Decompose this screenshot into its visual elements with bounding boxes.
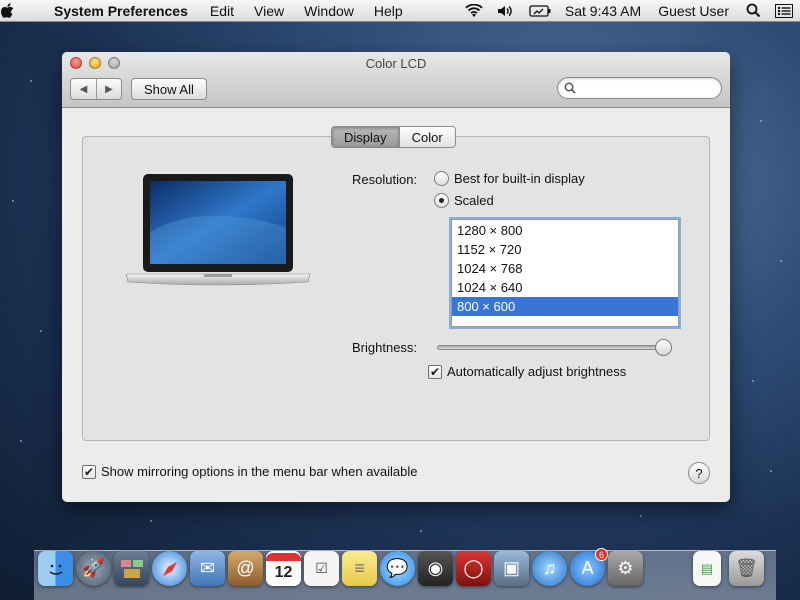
system-preferences-window: Color LCD ◀ ▶ Show All Display Color Res… xyxy=(62,52,730,502)
reminders-icon[interactable]: ☑ xyxy=(304,551,339,586)
help-button[interactable]: ? xyxy=(688,462,710,484)
calendar-icon[interactable]: 12 xyxy=(266,551,301,586)
brightness-label: Brightness: xyxy=(352,340,418,355)
auto-brightness-label: Automatically adjust brightness xyxy=(447,364,627,379)
launchpad-icon[interactable]: 🚀 xyxy=(76,551,111,586)
app-menu[interactable]: System Preferences xyxy=(40,3,200,19)
menu-user[interactable]: Guest User xyxy=(648,3,739,19)
best-for-display-option[interactable]: Best for built-in display xyxy=(434,171,585,186)
resolution-item[interactable]: 1024 × 768 xyxy=(452,259,678,278)
window-title: Color LCD xyxy=(365,56,427,71)
best-for-display-radio[interactable] xyxy=(434,171,449,186)
search-icon xyxy=(564,82,576,94)
search-field[interactable] xyxy=(557,77,722,99)
mirroring-label: Show mirroring options in the menu bar w… xyxy=(101,464,418,479)
resolution-item[interactable]: 1152 × 720 xyxy=(452,240,678,259)
menu-view[interactable]: View xyxy=(244,3,294,19)
photo-booth-icon[interactable]: ◯ xyxy=(456,551,491,586)
battery-icon[interactable] xyxy=(522,4,558,17)
best-for-display-label: Best for built-in display xyxy=(454,171,585,186)
contacts-icon[interactable]: @ xyxy=(228,551,263,586)
iphoto-icon[interactable]: ▣ xyxy=(494,551,529,586)
auto-brightness-option[interactable]: Automatically adjust brightness xyxy=(428,364,626,379)
apple-menu-icon[interactable] xyxy=(0,2,40,19)
tab-color[interactable]: Color xyxy=(398,127,455,147)
mirroring-checkbox[interactable] xyxy=(82,464,96,479)
notification-center-icon[interactable] xyxy=(768,3,800,18)
forward-arrow-icon[interactable]: ▶ xyxy=(96,79,121,99)
wifi-icon[interactable] xyxy=(458,3,490,18)
resolution-item[interactable]: 1280 × 800 xyxy=(452,221,678,240)
scaled-radio[interactable] xyxy=(434,193,449,208)
itunes-icon[interactable]: ♫ xyxy=(532,551,567,586)
resolution-item[interactable]: 1024 × 640 xyxy=(452,278,678,297)
show-all-button[interactable]: Show All xyxy=(131,78,207,100)
resolution-item-selected[interactable]: 800 × 600 xyxy=(452,297,678,316)
app-store-badge: 6 xyxy=(595,548,608,561)
app-store-icon[interactable]: A 6 xyxy=(570,548,608,586)
menu-help[interactable]: Help xyxy=(364,3,413,19)
back-arrow-icon[interactable]: ◀ xyxy=(71,79,96,99)
calendar-date: 12 xyxy=(274,563,293,581)
notes-icon[interactable]: ≡ xyxy=(342,551,377,586)
volume-icon[interactable] xyxy=(490,4,522,18)
dock: 🚀 ✉ @ 12 ☑ ≡ 💬 ◉ ◯ ▣ ♫ A 6 ⚙ xyxy=(38,548,643,586)
safari-icon[interactable] xyxy=(152,551,187,586)
search-input[interactable] xyxy=(580,81,710,95)
scaled-label: Scaled xyxy=(454,193,494,208)
display-tabs: Display Color xyxy=(331,126,456,148)
auto-brightness-checkbox[interactable] xyxy=(428,364,442,379)
back-forward-control: ◀ ▶ xyxy=(70,78,122,100)
brightness-slider[interactable] xyxy=(437,345,672,350)
resolution-label: Resolution: xyxy=(352,172,418,187)
mirroring-option[interactable]: Show mirroring options in the menu bar w… xyxy=(82,464,418,479)
tab-display[interactable]: Display xyxy=(332,127,399,147)
menu-edit[interactable]: Edit xyxy=(200,3,244,19)
trash-icon[interactable]: 🗑 xyxy=(729,551,764,586)
mail-icon[interactable]: ✉ xyxy=(190,551,225,586)
facetime-icon[interactable]: ◉ xyxy=(418,551,453,586)
window-toolbar: Color LCD ◀ ▶ Show All xyxy=(62,52,730,108)
messages-icon[interactable]: 💬 xyxy=(380,551,415,586)
spotlight-search-icon[interactable] xyxy=(739,3,768,18)
scaled-option[interactable]: Scaled xyxy=(434,193,494,208)
resolution-list[interactable]: 1280 × 800 1152 × 720 1024 × 768 1024 × … xyxy=(451,219,679,327)
system-preferences-icon[interactable]: ⚙ xyxy=(608,551,643,586)
dock-right-section: ▤ 🗑 xyxy=(693,551,764,586)
menu-clock[interactable]: Sat 9:43 AM xyxy=(558,3,648,19)
brightness-slider-knob[interactable] xyxy=(655,339,672,356)
finder-icon[interactable] xyxy=(38,551,73,586)
document-icon[interactable]: ▤ xyxy=(693,551,721,586)
mission-control-icon[interactable] xyxy=(114,551,149,586)
menu-bar: System Preferences Edit View Window Help… xyxy=(0,0,800,22)
menu-window[interactable]: Window xyxy=(294,3,364,19)
macbook-icon xyxy=(125,174,311,286)
